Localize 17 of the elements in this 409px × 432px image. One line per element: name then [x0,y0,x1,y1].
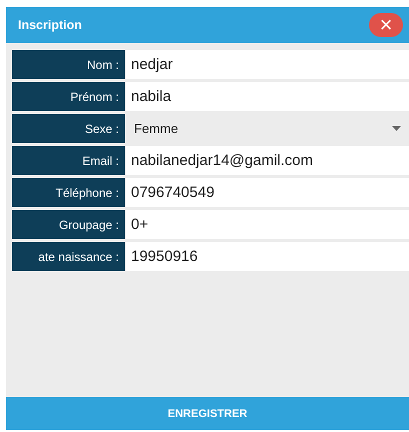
field-label: Nom : [12,50,125,79]
caret-icon [392,126,401,131]
field-label: Sexe : [12,114,125,143]
input-field[interactable]: 0+ [126,210,409,239]
input-field[interactable]: 0796740549 [126,178,409,207]
field-label: Groupage : [12,210,125,239]
close-button[interactable]: × [369,13,403,37]
input-field[interactable]: nabilanedjar14@gamil.com [126,146,409,175]
field-label: Téléphone : [12,178,125,207]
field-label: Prénom : [12,82,125,111]
input-field[interactable]: 19950916 [126,242,409,271]
input-field[interactable]: nabila [126,82,409,111]
field-label: ate naissance : [12,242,125,271]
dialog-title: Inscription [18,18,82,32]
field-label: Email : [12,146,125,175]
input-field[interactable]: nedjar [126,50,409,79]
select-value: Femme [134,121,178,136]
